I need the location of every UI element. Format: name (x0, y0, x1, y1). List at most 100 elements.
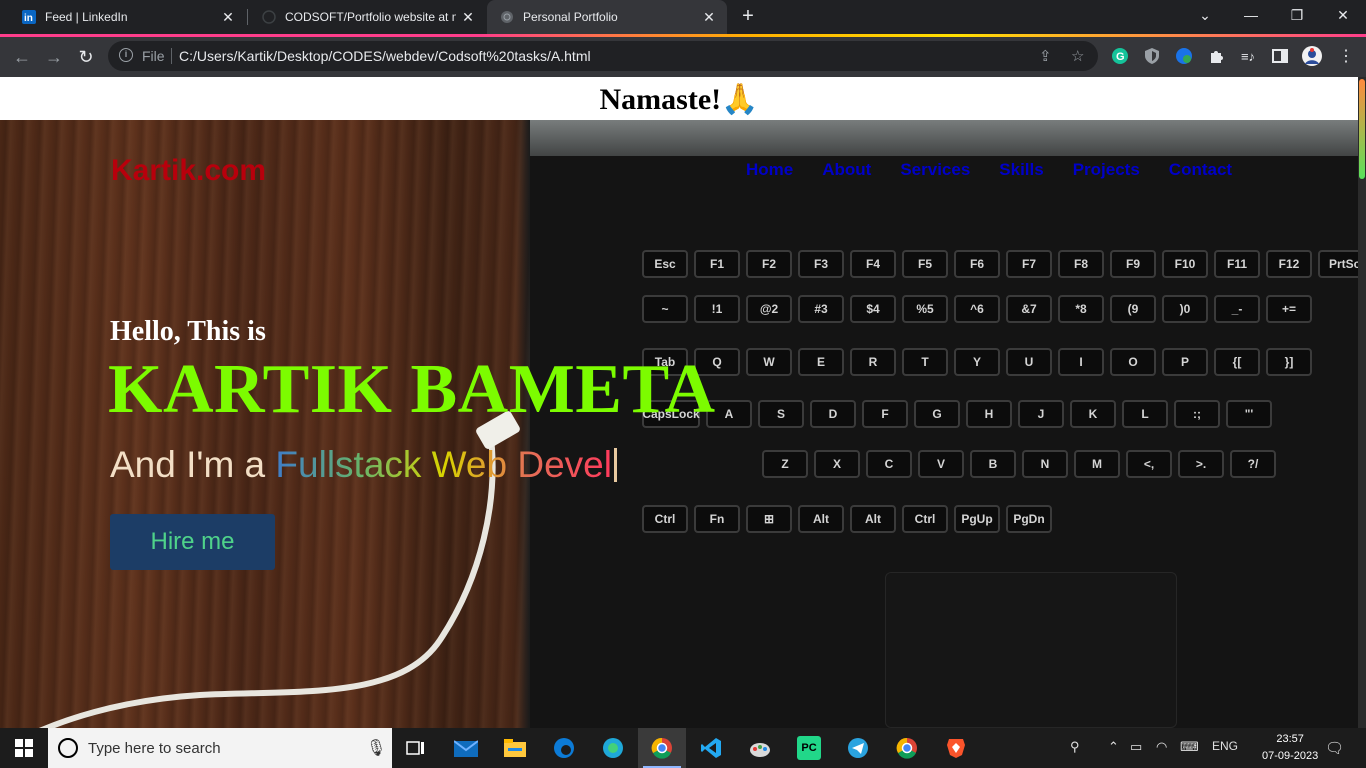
chrome-alt-icon[interactable] (895, 736, 919, 760)
brave-icon[interactable] (944, 736, 968, 760)
taskbar-search-box[interactable]: Type here to search 🎙 (48, 728, 392, 768)
keyboard-key: @2 (746, 295, 792, 323)
tab-title: CODSOFT/Portfolio website at m (285, 10, 456, 24)
keyboard-key: F4 (850, 250, 896, 278)
windows-logo-icon (15, 739, 33, 757)
people-icon[interactable]: ⚲ (1070, 739, 1080, 755)
nav-skills[interactable]: Skills (999, 160, 1043, 180)
keyboard-key: N (1022, 450, 1068, 478)
new-tab-button[interactable]: + (737, 5, 759, 27)
tab-github[interactable]: CODSOFT/Portfolio website at m ✕ (240, 0, 486, 34)
back-arrow-icon[interactable]: ← (8, 43, 36, 71)
keyboard-key: F8 (1058, 250, 1104, 278)
scrollbar-thumb[interactable] (1359, 79, 1365, 179)
keyboard-row: Ctrl Fn ⊞ Alt Alt Ctrl PgUp PgDn (642, 505, 1052, 533)
windows-start-button[interactable] (0, 728, 48, 768)
nav-home[interactable]: Home (746, 160, 793, 180)
telegram-icon[interactable] (846, 736, 870, 760)
keyboard-key: F10 (1162, 250, 1208, 278)
site-logo[interactable]: Kartik.com (111, 154, 266, 188)
tab-linkedin[interactable]: in Feed | LinkedIn ✕ (0, 0, 246, 34)
close-tab-icon[interactable]: ✕ (216, 9, 240, 26)
namaste-banner: Namaste!🙏 (0, 77, 1358, 120)
side-panel-icon[interactable] (1270, 46, 1290, 66)
microphone-icon[interactable]: 🎙 (366, 738, 386, 758)
close-window-button[interactable]: ✕ (1320, 0, 1366, 30)
keyboard-key: V (918, 450, 964, 478)
reload-icon[interactable]: ↻ (72, 43, 100, 71)
keyboard-key: ~ (642, 295, 688, 323)
keyboard-key: Alt (850, 505, 896, 533)
show-hidden-icons-chevron-icon[interactable]: ⌃ (1108, 739, 1119, 755)
bookmark-star-icon[interactable]: ☆ (1071, 47, 1084, 65)
keyboard-key: "' (1226, 400, 1272, 428)
keyboard-key: E (798, 348, 844, 376)
hire-me-button[interactable]: Hire me (110, 514, 275, 570)
profile-avatar[interactable] (1302, 46, 1322, 66)
edge-dev-icon[interactable] (601, 736, 625, 760)
page-scrollbar[interactable] (1358, 77, 1366, 728)
shield-extension-icon[interactable] (1142, 46, 1162, 66)
keyboard-key: &7 (1006, 295, 1052, 323)
keyboard-row: EscF1F2F3F4F5F6F7F8F9F10F11F12PrtScrInse… (642, 250, 1358, 278)
more-menu-icon[interactable]: ⋮ (1336, 46, 1356, 66)
media-playlist-icon[interactable]: ≡♪ (1238, 46, 1258, 66)
keyboard-key: <, (1126, 450, 1172, 478)
paint-icon[interactable] (748, 736, 772, 760)
battery-icon[interactable]: ▭ (1130, 739, 1142, 755)
tab-search-icon[interactable]: ⌄ (1182, 0, 1228, 30)
keyboard-key: U (1006, 348, 1052, 376)
keyboard-key: PgDn (1006, 505, 1052, 533)
keyboard-key: F7 (1006, 250, 1052, 278)
keyboard-key: }] (1266, 348, 1312, 376)
scheme-label: File (142, 48, 165, 64)
minimize-button[interactable]: — (1228, 0, 1274, 30)
vpn-extension-icon[interactable] (1174, 46, 1194, 66)
nav-contact[interactable]: Contact (1169, 160, 1232, 180)
keyboard-key: PrtScr (1318, 250, 1358, 278)
keyboard-key: T (902, 348, 948, 376)
taskbar-clock[interactable]: 23:57 07-09-2023 (1262, 731, 1318, 765)
extensions-puzzle-icon[interactable] (1206, 46, 1226, 66)
nav-services[interactable]: Services (900, 160, 970, 180)
keyboard-icon[interactable]: ⌨ (1180, 739, 1199, 755)
linkedin-icon: in (21, 9, 37, 25)
restore-button[interactable]: ❐ (1274, 0, 1320, 30)
folded-hands-icon: 🙏 (721, 83, 759, 116)
keyboard-key: !1 (694, 295, 740, 323)
pycharm-icon[interactable]: PC (797, 736, 821, 760)
file-explorer-icon[interactable] (503, 736, 527, 760)
info-icon[interactable]: i (119, 48, 133, 62)
wifi-icon[interactable]: ◠ (1156, 739, 1167, 755)
address-bar[interactable]: i File C:/Users/Kartik/Desktop/CODES/web… (108, 41, 1098, 71)
url-text[interactable]: C:/Users/Kartik/Desktop/CODES/webdev/Cod… (179, 48, 591, 64)
grammarly-extension-icon[interactable]: G (1110, 46, 1130, 66)
keyboard-key: F11 (1214, 250, 1260, 278)
close-tab-icon[interactable]: ✕ (456, 9, 480, 26)
keyboard-key: Fn (694, 505, 740, 533)
keyboard-key: O (1110, 348, 1156, 376)
keyboard-key: F (862, 400, 908, 428)
keyboard-row: CapsLock A S D F G H J K L:; "' (642, 400, 1272, 428)
nav-about[interactable]: About (822, 160, 871, 180)
share-icon[interactable]: ⇪ (1039, 47, 1052, 65)
tab-title: Feed | LinkedIn (45, 10, 128, 24)
keyboard-key: {[ (1214, 348, 1260, 376)
tab-personal-portfolio[interactable]: Personal Portfolio ✕ (487, 0, 727, 34)
nav-projects[interactable]: Projects (1073, 160, 1140, 180)
keyboard-key: *8 (1058, 295, 1104, 323)
forward-arrow-icon[interactable]: → (40, 43, 68, 71)
keyboard-row: Tab Q W E R T Y U I O P{[}] (642, 348, 1312, 376)
keyboard-key: I (1058, 348, 1104, 376)
keyboard-row: Z X C V B N M <, >. ?/ (762, 450, 1276, 478)
mail-icon[interactable] (454, 736, 478, 760)
close-tab-icon[interactable]: ✕ (697, 9, 721, 26)
notifications-icon[interactable]: 🗨 (1325, 739, 1344, 757)
keyboard-key: S (758, 400, 804, 428)
task-view-icon[interactable] (404, 736, 428, 760)
language-indicator[interactable]: ENG (1212, 739, 1238, 753)
edge-icon[interactable] (552, 736, 576, 760)
vscode-icon[interactable] (699, 736, 723, 760)
chrome-icon[interactable] (650, 736, 674, 760)
clock-time: 23:57 (1276, 733, 1304, 745)
